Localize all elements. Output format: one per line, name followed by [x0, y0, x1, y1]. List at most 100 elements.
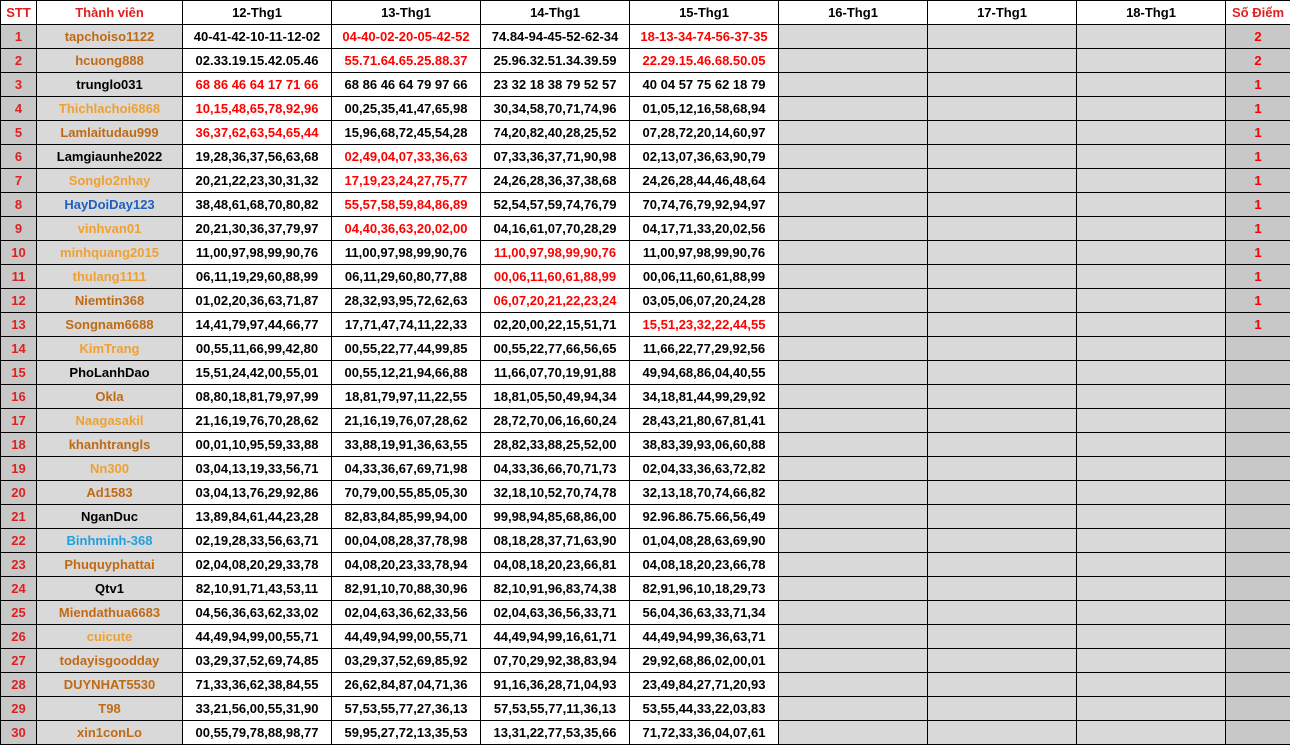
- empty-day-cell: [778, 72, 928, 97]
- prediction-cell: 04,08,20,23,33,78,94: [331, 552, 481, 577]
- prediction-cell: 21,16,19,76,07,28,62: [331, 408, 481, 433]
- score-cell: [1225, 504, 1290, 529]
- prediction-cell: 18,81,05,50,49,94,34: [480, 384, 630, 409]
- score-cell: [1225, 480, 1290, 505]
- empty-day-cell: [1076, 336, 1226, 361]
- table-row: 24 Qtv1 82,10,91,71,43,53,11 82,91,10,70,88…: [0, 576, 1290, 601]
- member-name: khanhtrangls: [36, 432, 183, 457]
- empty-day-cell: [927, 72, 1077, 97]
- prediction-cell: 56,04,36,63,33,71,34: [629, 600, 779, 625]
- empty-day-cell: [1076, 168, 1226, 193]
- empty-day-cell: [1076, 384, 1226, 409]
- prediction-cell: 68 86 46 64 79 97 66: [331, 72, 481, 97]
- row-number: 21: [0, 504, 37, 529]
- prediction-cell: 18,81,79,97,11,22,55: [331, 384, 481, 409]
- prediction-cell: 00,55,22,77,66,56,65: [480, 336, 630, 361]
- empty-day-cell: [927, 600, 1077, 625]
- header-score: Số Điểm: [1225, 0, 1290, 25]
- prediction-cell: 04-40-02-20-05-42-52: [331, 24, 481, 49]
- prediction-cell: 02,04,63,36,56,33,71: [480, 600, 630, 625]
- prediction-cell: 28,82,33,88,25,52,00: [480, 432, 630, 457]
- prediction-cell: 00,01,10,95,59,33,88: [182, 432, 332, 457]
- prediction-cell: 06,11,29,60,80,77,88: [331, 264, 481, 289]
- score-cell: [1225, 384, 1290, 409]
- empty-day-cell: [778, 48, 928, 73]
- member-name: NganDuc: [36, 504, 183, 529]
- prediction-cell: 03,29,37,52,69,74,85: [182, 648, 332, 673]
- table-row: 20 Ad1583 03,04,13,76,29,92,86 70,79,00,55,…: [0, 480, 1290, 505]
- prediction-cell: 18-13-34-74-56-37-35: [629, 24, 779, 49]
- prediction-cell: 32,18,10,52,70,74,78: [480, 480, 630, 505]
- score-cell: [1225, 576, 1290, 601]
- table-row: 1 tapchoiso1122 40-41-42-10-11-12-02 04-40-…: [0, 24, 1290, 49]
- row-number: 9: [0, 216, 37, 241]
- empty-day-cell: [1076, 264, 1226, 289]
- row-number: 26: [0, 624, 37, 649]
- prediction-cell: 68 86 46 64 17 71 66: [182, 72, 332, 97]
- prediction-cell: 38,83,39,93,06,60,88: [629, 432, 779, 457]
- prediction-cell: 82,83,84,85,99,94,00: [331, 504, 481, 529]
- table-row: 7 Songlo2nhay 20,21,22,23,30,31,32 17,19,23…: [0, 168, 1290, 193]
- empty-day-cell: [1076, 552, 1226, 577]
- empty-day-cell: [927, 96, 1077, 121]
- prediction-cell: 24,26,28,36,37,38,68: [480, 168, 630, 193]
- row-number: 4: [0, 96, 37, 121]
- empty-day-cell: [1076, 456, 1226, 481]
- prediction-cell: 40 04 57 75 62 18 79: [629, 72, 779, 97]
- member-name: Lamlaitudau999: [36, 120, 183, 145]
- prediction-cell: 02,04,63,36,62,33,56: [331, 600, 481, 625]
- member-name: Qtv1: [36, 576, 183, 601]
- empty-day-cell: [927, 288, 1077, 313]
- prediction-cell: 07,28,72,20,14,60,97: [629, 120, 779, 145]
- prediction-cell: 03,05,06,07,20,24,28: [629, 288, 779, 313]
- prediction-cell: 70,79,00,55,85,05,30: [331, 480, 481, 505]
- score-cell: 1: [1225, 216, 1290, 241]
- empty-day-cell: [1076, 312, 1226, 337]
- score-cell: 1: [1225, 288, 1290, 313]
- header-day: 12-Thg1: [182, 0, 332, 25]
- member-name: Nn300: [36, 456, 183, 481]
- prediction-cell: 74.84-94-45-52-62-34: [480, 24, 630, 49]
- prediction-cell: 38,48,61,68,70,80,82: [182, 192, 332, 217]
- prediction-cell: 02.33.19.15.42.05.46: [182, 48, 332, 73]
- empty-day-cell: [778, 144, 928, 169]
- score-cell: 1: [1225, 192, 1290, 217]
- prediction-cell: 17,19,23,24,27,75,77: [331, 168, 481, 193]
- empty-day-cell: [927, 696, 1077, 721]
- table-row: 11 thulang1111 06,11,19,29,60,88,99 06,11,2…: [0, 264, 1290, 289]
- empty-day-cell: [1076, 624, 1226, 649]
- empty-day-cell: [927, 264, 1077, 289]
- header-day: 15-Thg1: [629, 0, 779, 25]
- score-cell: [1225, 624, 1290, 649]
- score-cell: [1225, 720, 1290, 745]
- member-name: xin1conLo: [36, 720, 183, 745]
- prediction-cell: 57,53,55,77,11,36,13: [480, 696, 630, 721]
- empty-day-cell: [778, 384, 928, 409]
- row-number: 11: [0, 264, 37, 289]
- score-cell: 1: [1225, 312, 1290, 337]
- member-name: Binhminh-368: [36, 528, 183, 553]
- row-number: 5: [0, 120, 37, 145]
- table-row: 30 xin1conLo 00,55,79,78,88,98,77 59,95,27,…: [0, 720, 1290, 745]
- empty-day-cell: [927, 432, 1077, 457]
- row-number: 7: [0, 168, 37, 193]
- empty-day-cell: [927, 672, 1077, 697]
- empty-day-cell: [778, 432, 928, 457]
- empty-day-cell: [778, 264, 928, 289]
- row-number: 1: [0, 24, 37, 49]
- table-row: 13 Songnam6688 14,41,79,97,44,66,77 17,71,4…: [0, 312, 1290, 337]
- member-name: todayisgoodday: [36, 648, 183, 673]
- score-cell: 1: [1225, 72, 1290, 97]
- header-stt: STT: [0, 0, 37, 25]
- empty-day-cell: [1076, 720, 1226, 745]
- header-day: 13-Thg1: [331, 0, 481, 25]
- prediction-cell: 55,57,58,59,84,86,89: [331, 192, 481, 217]
- table-body: 1 tapchoiso1122 40-41-42-10-11-12-02 04-40-…: [0, 24, 1290, 745]
- table-row: 16 Okla 08,80,18,81,79,97,99 18,81,79,97,11…: [0, 384, 1290, 409]
- prediction-cell: 00,55,22,77,44,99,85: [331, 336, 481, 361]
- prediction-cell: 23 32 18 38 79 52 57: [480, 72, 630, 97]
- empty-day-cell: [927, 240, 1077, 265]
- empty-day-cell: [927, 120, 1077, 145]
- empty-day-cell: [778, 96, 928, 121]
- row-number: 15: [0, 360, 37, 385]
